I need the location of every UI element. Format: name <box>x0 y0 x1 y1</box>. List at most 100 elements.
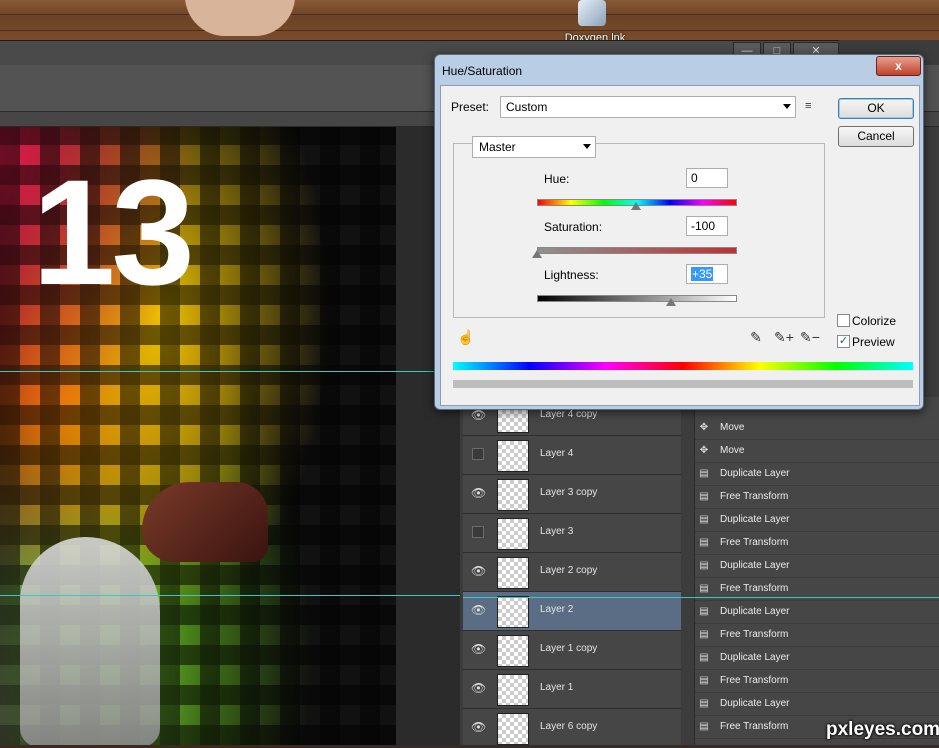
layer-name: Layer 1 copy <box>540 643 598 654</box>
document-icon: ▤ <box>699 491 709 502</box>
history-item[interactable]: ▤ Free Transform <box>695 532 939 555</box>
layers-panel: 👁 Layer 4 copy Layer 4 👁 Layer 3 copy Layer 3… <box>463 397 681 748</box>
history-item-label: Move <box>720 445 745 456</box>
layer-row[interactable]: Layer 4 <box>463 436 681 475</box>
history-item[interactable]: ✥ Move <box>695 440 939 463</box>
document-icon: ▤ <box>699 468 709 479</box>
saturation-slider-handle[interactable] <box>532 250 542 258</box>
hue-label: Hue: <box>544 172 570 186</box>
eyedropper-icon[interactable]: ✎ <box>748 329 764 345</box>
move-icon: ✥ <box>699 422 709 433</box>
visibility-toggle-empty[interactable] <box>472 448 484 460</box>
colorize-label: Colorize <box>852 314 897 328</box>
document-icon: ▤ <box>699 698 709 709</box>
preset-dropdown[interactable]: Custom <box>500 96 796 118</box>
adjustment-group <box>453 143 825 318</box>
history-item-label: Duplicate Layer <box>720 560 790 571</box>
hue-slider-handle[interactable] <box>631 202 641 210</box>
lightness-slider-handle[interactable] <box>665 298 676 306</box>
dialog-title: Hue/Saturation <box>442 64 523 78</box>
layer-thumbnail <box>497 557 529 589</box>
history-item[interactable]: ▤ Duplicate Layer <box>695 601 939 624</box>
document-icon: ▤ <box>699 629 709 640</box>
layer-row[interactable]: 👁 Layer 1 <box>463 670 681 709</box>
document-icon: ▤ <box>699 675 709 686</box>
desktop-wallpaper: Doxygen.lnk <box>0 0 939 42</box>
history-item[interactable]: ▤ Duplicate Layer <box>695 463 939 486</box>
guide-line-horizontal[interactable] <box>0 371 460 372</box>
layer-row[interactable]: 👁 Layer 3 copy <box>463 475 681 514</box>
layer-name: Layer 2 <box>540 604 574 615</box>
channel-dropdown[interactable]: Master <box>472 136 596 158</box>
history-item[interactable]: ▤ Free Transform <box>695 486 939 509</box>
lightness-input[interactable]: +35 <box>686 264 728 284</box>
lightness-value: +35 <box>691 267 714 281</box>
guide-line-horizontal[interactable] <box>0 595 460 596</box>
layer-name: Layer 2 copy <box>540 565 598 576</box>
history-item-label: Free Transform <box>720 721 789 732</box>
history-item[interactable]: ▤ Duplicate Layer <box>695 509 939 532</box>
layer-name: Layer 4 copy <box>540 409 598 420</box>
history-item[interactable]: ✥ Move <box>695 417 939 440</box>
layer-name: Layer 6 copy <box>540 721 598 732</box>
saturation-input[interactable]: -100 <box>686 216 728 236</box>
eye-visibility-icon[interactable]: 👁 <box>471 720 486 734</box>
layer-row[interactable]: 👁 Layer 6 copy <box>463 709 681 748</box>
grey-knight-piece <box>20 537 160 745</box>
red-knight-piece <box>142 482 268 562</box>
eye-visibility-icon[interactable]: 👁 <box>471 408 486 422</box>
ok-button[interactable]: OK <box>838 98 914 119</box>
history-item[interactable]: ▤ Duplicate Layer <box>695 693 939 716</box>
hue-input[interactable]: 0 <box>686 168 728 188</box>
eye-visibility-icon[interactable]: 👁 <box>471 642 486 656</box>
preview-checkbox[interactable]: ✓ <box>837 335 850 348</box>
history-panel: ✥ Move ✥ Move ▤ Duplicate Layer ▤ Free Transfor… <box>694 397 939 745</box>
layer-name: Layer 3 copy <box>540 487 598 498</box>
layer-thumbnail <box>497 635 529 667</box>
channel-value: Master <box>479 140 516 154</box>
dialog-close-button[interactable]: x <box>876 56 921 76</box>
dialog-body: Preset: Custom ≡ OK Cancel Master Hue: 0… <box>440 85 920 406</box>
desktop-shortcut[interactable]: Doxygen.lnk <box>562 0 625 42</box>
history-item[interactable]: ▤ Duplicate Layer <box>695 647 939 670</box>
document-icon: ▤ <box>699 652 709 663</box>
layer-row[interactable]: 👁 Layer 1 copy <box>463 631 681 670</box>
preset-value: Custom <box>506 100 548 114</box>
layer-name: Layer 1 <box>540 682 574 693</box>
preset-label: Preset: <box>451 100 490 114</box>
layer-name: Layer 4 <box>540 448 574 459</box>
eye-visibility-icon[interactable]: 👁 <box>471 681 486 695</box>
history-item[interactable]: ▤ Free Transform <box>695 670 939 693</box>
history-item-label: Free Transform <box>720 583 789 594</box>
eye-visibility-icon[interactable]: 👁 <box>471 603 486 617</box>
layer-row[interactable]: 👁 Layer 2 copy <box>463 553 681 592</box>
history-item-label: Duplicate Layer <box>720 698 790 709</box>
hue-spectrum-bar <box>453 362 913 370</box>
layer-thumbnail <box>497 479 529 511</box>
saturation-slider-track[interactable] <box>537 247 737 254</box>
saturation-label: Saturation: <box>544 220 603 234</box>
guide-line-horizontal <box>463 597 939 598</box>
document-icon: ▤ <box>699 560 709 571</box>
visibility-toggle-empty[interactable] <box>472 526 484 538</box>
preset-options-menu-icon[interactable]: ≡ <box>805 100 819 112</box>
history-item[interactable]: ▤ Free Transform <box>695 624 939 647</box>
document-icon: ▤ <box>699 721 709 732</box>
cancel-button[interactable]: Cancel <box>838 126 914 147</box>
document-icon: ▤ <box>699 583 709 594</box>
layer-thumbnail <box>497 518 529 550</box>
canvas-number-text: 13 <box>32 148 195 316</box>
lightness-slider-track[interactable] <box>537 295 737 302</box>
eyedropper-minus-icon[interactable]: ✎− <box>800 329 820 345</box>
eyedropper-plus-icon[interactable]: ✎+ <box>774 329 794 345</box>
history-item-label: Duplicate Layer <box>720 652 790 663</box>
colorize-checkbox[interactable] <box>837 314 850 327</box>
targeted-adjustment-hand-icon[interactable]: ☝ <box>457 329 474 345</box>
history-item[interactable]: ▤ Duplicate Layer <box>695 555 939 578</box>
document-canvas[interactable]: 13 <box>0 127 460 745</box>
layer-name: Layer 3 <box>540 526 574 537</box>
document-icon: ▤ <box>699 537 709 548</box>
eye-visibility-icon[interactable]: 👁 <box>471 564 486 578</box>
layer-row[interactable]: Layer 3 <box>463 514 681 553</box>
eye-visibility-icon[interactable]: 👁 <box>471 486 486 500</box>
